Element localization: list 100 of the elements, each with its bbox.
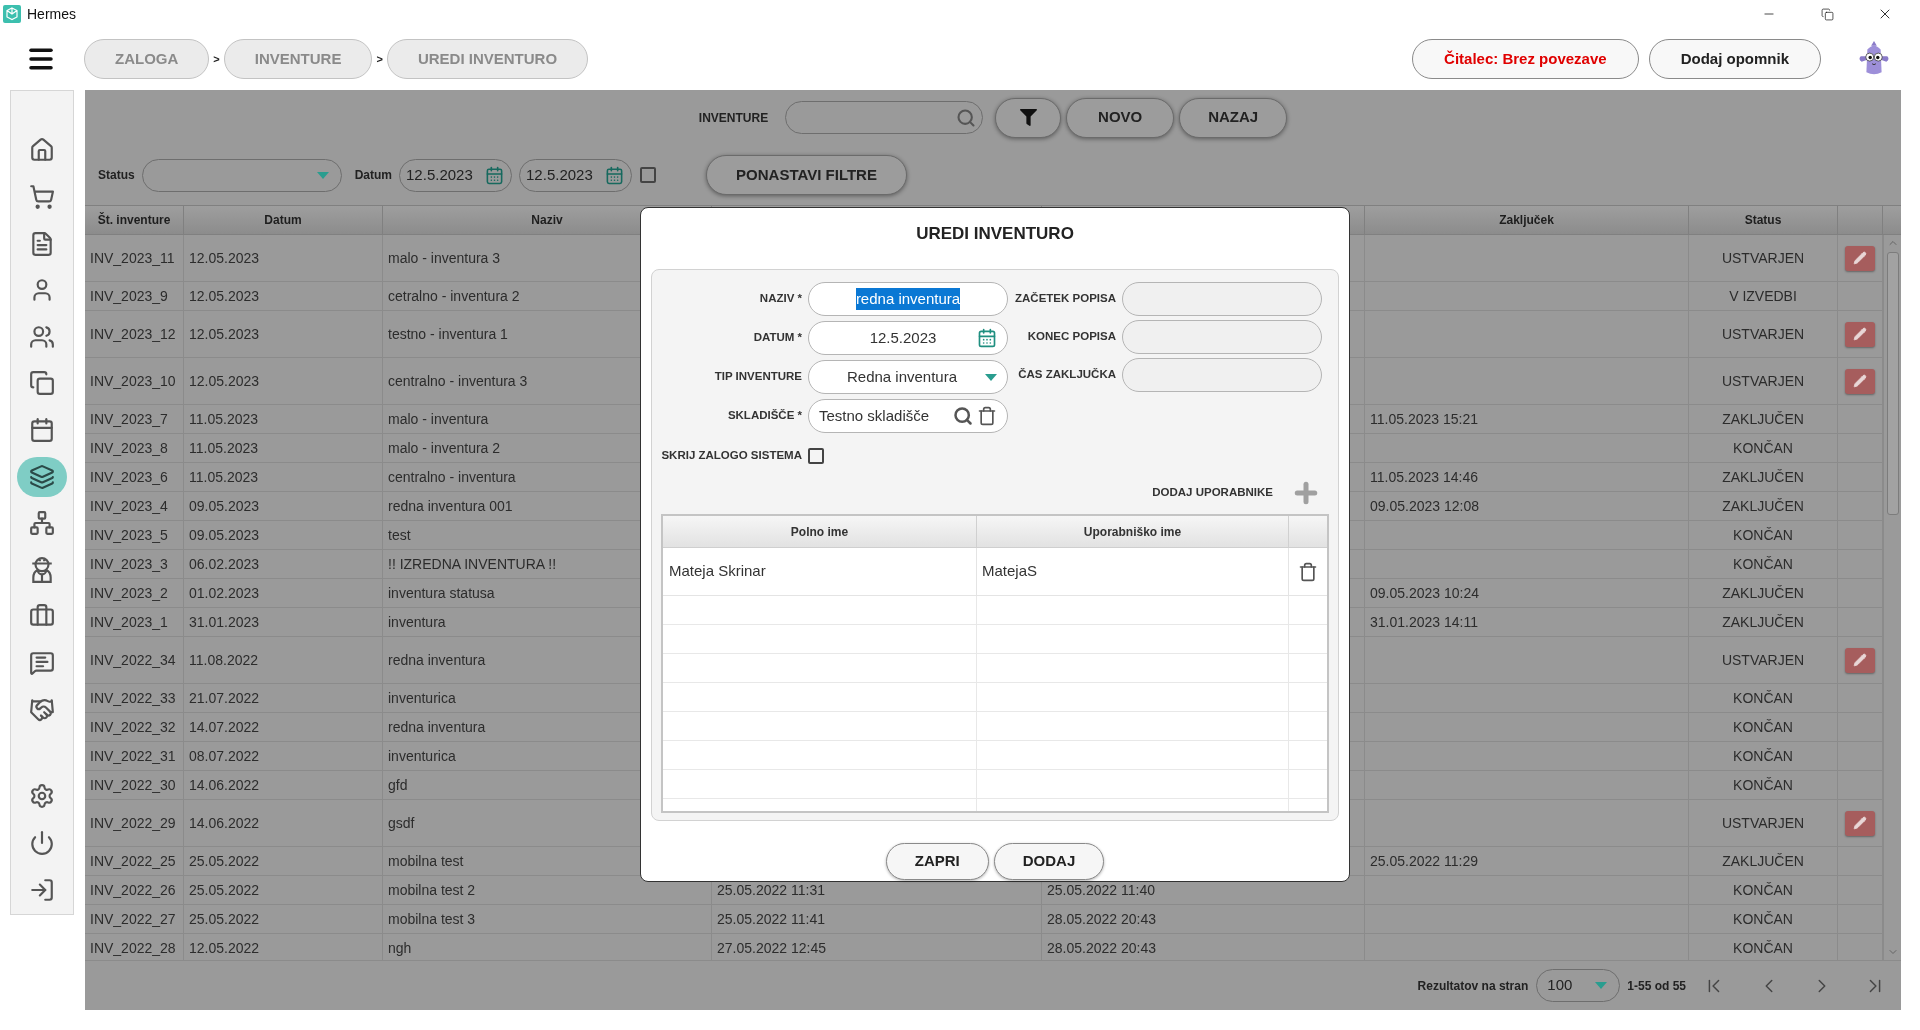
table-cell-text: INV_2023_12 xyxy=(90,324,176,344)
table-cell-text: centralno - inventura 3 xyxy=(388,371,528,391)
search-icon xyxy=(956,107,977,128)
table-cell-text: INV_2023_10 xyxy=(90,371,176,391)
edit-button[interactable] xyxy=(1845,647,1875,673)
table-cell-text: INV_2023_4 xyxy=(90,496,168,516)
pencil-icon xyxy=(1853,816,1867,830)
table-cell-text: INV_2023_2 xyxy=(90,583,168,603)
table-cell-text: KONČAN xyxy=(1733,909,1793,929)
table-cell-text: USTVARJEN xyxy=(1721,813,1805,833)
table-cell-text: KONČAN xyxy=(1733,746,1793,766)
table-cell-text: INV_2023_6 xyxy=(90,467,168,487)
table-cell-text: INV_2022_30 xyxy=(90,775,176,795)
search-icon[interactable] xyxy=(953,406,973,426)
table-cell-text: 12.05.2022 xyxy=(189,938,260,958)
table-cell-text: ZAKLJUČEN xyxy=(1722,409,1804,429)
table-cell-text: 11.05.2023 15:21 xyxy=(1370,409,1478,429)
filter-button[interactable] xyxy=(995,97,1062,138)
table-cell-text: INV_2023_1 xyxy=(90,612,168,632)
trash-icon[interactable] xyxy=(977,406,997,426)
trash-icon[interactable] xyxy=(1298,560,1318,583)
column-header[interactable]: Polno ime xyxy=(790,522,849,541)
table-cell-text: 09.05.2023 10:24 xyxy=(1370,583,1479,603)
filter-label: Status xyxy=(98,167,135,184)
pencil-icon xyxy=(1853,653,1867,667)
caret-icon xyxy=(985,373,997,381)
scrollbar-track[interactable] xyxy=(1883,235,1901,960)
column-header[interactable]: Zaključek xyxy=(1499,211,1554,229)
handshake-icon xyxy=(29,696,55,723)
table-cell-text: 14.07.2022 xyxy=(189,717,260,737)
table-cell-text: !! IZREDNA INVENTURA !! xyxy=(388,554,557,574)
table-cell-text: 25.05.2022 xyxy=(189,851,260,871)
dialog-button[interactable]: DODAJ xyxy=(993,843,1105,880)
breadcrumb-separator: > xyxy=(376,51,383,67)
table-cell-text: 28.05.2022 20:43 xyxy=(1047,909,1156,929)
toolbar-button[interactable]: NAZAJ xyxy=(1179,97,1288,138)
calendar-icon[interactable] xyxy=(485,165,505,185)
calendar-icon[interactable] xyxy=(605,165,625,185)
input-field[interactable]: Testno skladišče xyxy=(808,399,1008,433)
dialog-button[interactable]: ZAPRI xyxy=(885,843,989,880)
table-cell-text: INV_2022_27 xyxy=(90,909,176,929)
column-header[interactable]: Uporabniško ime xyxy=(1083,522,1182,541)
documents-icon xyxy=(29,370,55,397)
table-cell-text: 25.05.2022 11:41 xyxy=(717,909,825,929)
table-cell-text: KONČAN xyxy=(1733,688,1793,708)
table-cell-text: gfd xyxy=(388,775,408,795)
table-cell-text: 28.05.2022 20:43 xyxy=(1047,938,1156,958)
date-value: 12.5.2023 xyxy=(526,164,593,185)
table-cell-text: KONČAN xyxy=(1733,938,1793,958)
breadcrumb-separator: > xyxy=(213,51,220,67)
table-cell-text: 25.05.2022 11:29 xyxy=(1370,851,1478,871)
table-cell-text: 09.05.2023 xyxy=(189,496,260,516)
reader-status-button[interactable]: Čitalec: Brez povezave xyxy=(1412,39,1639,79)
table-cell-text: INV_2022_28 xyxy=(90,938,176,958)
add-users-label: DODAJ UPORABNIKE xyxy=(1152,485,1273,501)
edit-button[interactable] xyxy=(1845,368,1875,394)
filter-label: Datum xyxy=(354,167,393,184)
hide-stock-checkbox[interactable] xyxy=(808,448,824,464)
column-header[interactable]: Št. inventure xyxy=(97,211,171,229)
table-cell-text: malo - inventura 2 xyxy=(388,438,501,458)
table-cell-text: 11.05.2023 xyxy=(189,467,259,487)
table-cell-text: testno - inventura 1 xyxy=(388,324,508,344)
table-cell-text: redna inventura xyxy=(388,650,486,670)
input-field[interactable]: Redna inventura xyxy=(808,360,1008,394)
reminder-button[interactable]: Dodaj opomnik xyxy=(1648,39,1821,79)
column-header[interactable]: Naziv xyxy=(531,211,563,229)
column-header[interactable]: Datum xyxy=(264,211,302,229)
field-value: redna inventura xyxy=(855,287,961,311)
worker-icon xyxy=(29,556,55,583)
restore-icon[interactable] xyxy=(1820,7,1834,21)
per-page-value: 100 xyxy=(1547,975,1573,996)
scrollbar-thumb[interactable] xyxy=(1886,252,1899,515)
document-icon xyxy=(29,230,55,257)
calendar-icon[interactable] xyxy=(977,328,997,348)
table-cell-text: ZAKLJUČEN xyxy=(1722,583,1804,603)
network-icon xyxy=(29,510,55,537)
edit-button[interactable] xyxy=(1845,810,1875,836)
table-cell-text: 12.05.2023 xyxy=(189,371,260,391)
date-checkbox[interactable] xyxy=(640,167,657,183)
field-label: ZAČETEK POPISA xyxy=(1015,291,1116,307)
table-cell-text: gsdf xyxy=(388,813,415,833)
cart-icon xyxy=(29,183,55,210)
home-icon xyxy=(29,137,55,164)
toolbar-button[interactable]: NOVO xyxy=(1066,97,1175,138)
table-cell-text: KONČAN xyxy=(1733,554,1793,574)
table-cell-text: INV_2023_3 xyxy=(90,554,168,574)
pencil-icon xyxy=(1853,251,1867,265)
input-field[interactable]: redna inventura xyxy=(808,282,1008,316)
table-cell-text: mobilna test xyxy=(388,851,464,871)
reset-filters-button[interactable]: PONASTAVI FILTRE xyxy=(706,155,908,195)
table-cell-text: 08.07.2022 xyxy=(189,746,260,766)
sidebar-item[interactable] xyxy=(17,456,67,497)
edit-button[interactable] xyxy=(1845,321,1875,347)
table-cell-text: ngh xyxy=(388,938,412,958)
dialog-title: UREDI INVENTURO xyxy=(916,223,1074,246)
table-cell-text: malo - inventura xyxy=(388,409,489,429)
column-header[interactable]: Status xyxy=(1744,211,1782,229)
table-cell-text: 06.02.2023 xyxy=(189,554,260,574)
input-field[interactable]: 12.5.2023 xyxy=(808,321,1008,355)
edit-button[interactable] xyxy=(1845,245,1875,271)
